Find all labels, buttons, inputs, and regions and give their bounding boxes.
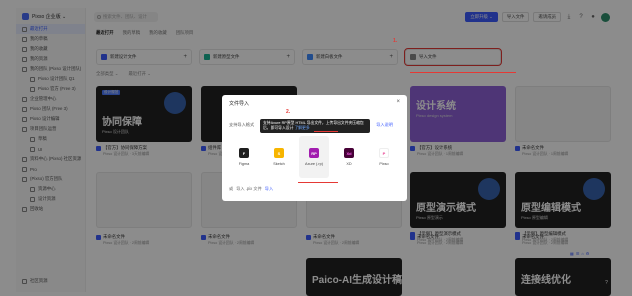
format-options: F Figma S Sketch RP Axure (.rp) Xd XD P … [229,136,399,178]
import-pix-link[interactable]: 导入 [265,186,273,192]
pixso-icon: P [379,148,389,158]
format-xd[interactable]: Xd XD [334,136,364,178]
step-2-marker [314,131,338,132]
footer-or: 或 [229,186,234,191]
import-guide-link[interactable]: 导入说明 [376,122,393,128]
format-name: Figma [238,162,250,166]
dialog-footer: 或 导入 .pix 文件 导入 [229,186,273,192]
sketch-icon: S [274,148,284,158]
import-file-dialog: 文件导入 × 支持导入格式 导入说明 F Figma S Sketch RP A… [222,95,407,201]
format-pixso[interactable]: P Pixso [369,136,399,178]
dialog-title: 文件导入 [229,101,250,107]
format-name: Pixso [379,162,389,166]
xd-icon: Xd [344,148,354,158]
step-2-underline [298,182,338,183]
format-axure[interactable]: RP Axure (.rp) [299,136,329,178]
tooltip-text: 支持Axure RP原型 HTML 导出文件，上传导出文件夹压缩包后，即可导入设… [263,121,364,130]
step-1-annotation: 1. [393,38,398,44]
step-2-annotation: 2. [286,109,291,115]
format-name: Axure (.rp) [305,162,323,166]
format-name: Sketch [273,162,285,166]
format-name: XD [346,162,352,166]
supported-formats-label: 支持导入格式 [229,122,255,127]
app-window: Pixso 企业版 ⌄ 最近打开 我的草稿 我的收藏 我的资源 我的团队 (Pixso … [0,0,632,296]
format-sketch[interactable]: S Sketch [264,136,294,178]
tooltip-learn-more-link[interactable]: 了解更多 [294,126,309,130]
axure-icon: RP [309,148,319,158]
close-icon[interactable]: × [396,99,400,105]
figma-icon: F [239,148,249,158]
footer-text: 导入 .pix 文件 [236,186,262,191]
step-1-underline [410,72,516,73]
format-figma[interactable]: F Figma [229,136,259,178]
